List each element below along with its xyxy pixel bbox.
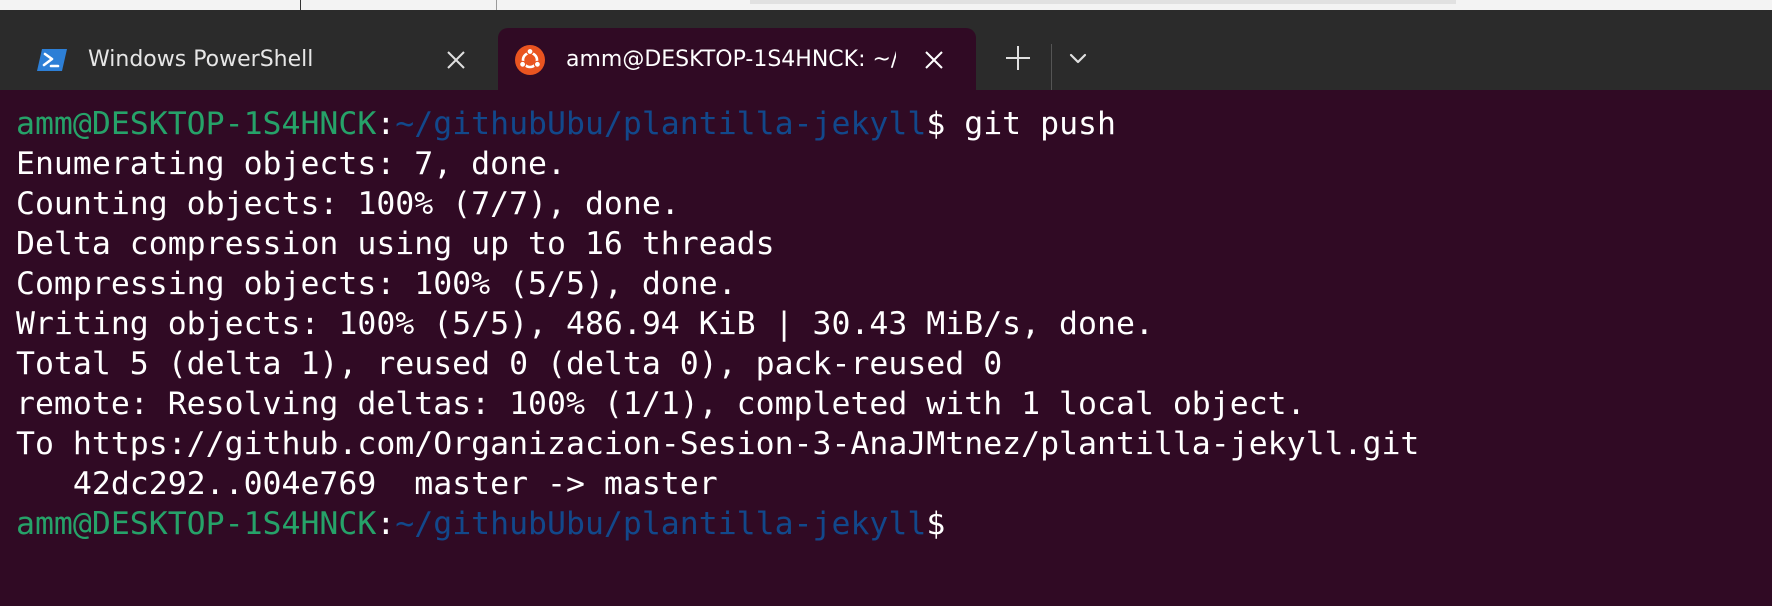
prompt-colon: : [376,506,396,542]
output-line: Enumerating objects: 7, done. [16,146,566,182]
new-tab-button[interactable] [1000,40,1036,76]
prompt-user-host: amm@DESKTOP-1S4HNCK [16,106,377,142]
terminal-window: Windows PowerShell amm@DESKTOP-1S4HNCK: … [0,0,1772,606]
tab-bar: Windows PowerShell amm@DESKTOP-1S4HNCK: … [0,10,1772,90]
tab-ubuntu[interactable]: amm@DESKTOP-1S4HNCK: ~/ [498,28,976,90]
output-line: Counting objects: 100% (7/7), done. [16,186,680,222]
prompt-user-host: amm@DESKTOP-1S4HNCK [16,506,377,542]
output-line: Writing objects: 100% (5/5), 486.94 KiB … [16,306,1154,342]
output-line: remote: Resolving deltas: 100% (1/1), co… [16,386,1306,422]
edge-divider [300,0,301,10]
output-line: Compressing objects: 100% (5/5), done. [16,266,737,302]
tab-label: amm@DESKTOP-1S4HNCK: ~/ [566,47,896,72]
tab-label: Windows PowerShell [88,47,314,72]
prompt-path: ~/githubUbu/plantilla-jekyll [395,506,927,542]
current-prompt-line[interactable]: amm@DESKTOP-1S4HNCK:~/githubUbu/plantill… [16,504,1419,544]
output-line: Delta compression using up to 16 threads [16,226,775,262]
tab-dropdown-button[interactable] [1064,44,1092,72]
terminal-lines: amm@DESKTOP-1S4HNCK:~/githubUbu/plantill… [16,104,1419,544]
edge-scrollbar [750,0,1456,4]
ubuntu-icon [514,44,546,76]
terminal-output-area[interactable]: amm@DESKTOP-1S4HNCK:~/githubUbu/plantill… [0,90,1772,606]
command-line: amm@DESKTOP-1S4HNCK:~/githubUbu/plantill… [16,104,1419,144]
prompt-colon: : [376,106,396,142]
chevron-down-icon [1069,53,1087,64]
close-icon[interactable] [442,46,470,74]
tab-divider [1051,44,1052,90]
plus-icon [1006,46,1030,70]
edge-divider [496,0,497,10]
output-line: Total 5 (delta 1), reused 0 (delta 0), p… [16,346,1003,382]
command-text: git push [945,106,1116,142]
prompt-path: ~/githubUbu/plantilla-jekyll [395,106,927,142]
powershell-icon [36,44,68,76]
output-line: To https://github.com/Organizacion-Sesio… [16,426,1420,462]
close-icon[interactable] [920,46,948,74]
tab-windows-powershell[interactable]: Windows PowerShell [0,28,494,90]
output-line: 42dc292..004e769 master -> master [16,466,718,502]
prompt-symbol: $ [926,106,946,142]
prompt-symbol: $ [926,506,946,542]
